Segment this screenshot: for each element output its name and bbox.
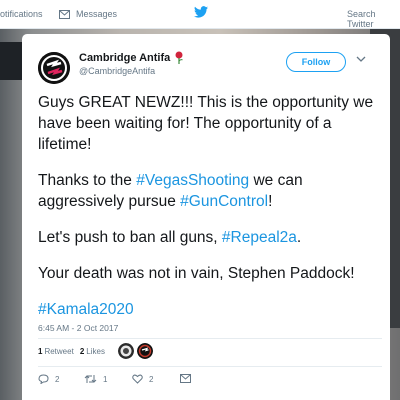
retweet-label[interactable]: Retweet — [44, 347, 73, 356]
hashtag-kamala2020[interactable]: #Kamala2020 — [38, 301, 134, 318]
reply-icon — [38, 374, 49, 384]
author-name-text: Cambridge Antifa — [79, 51, 171, 64]
envelope-icon — [180, 374, 191, 383]
reply-button[interactable]: 2 — [38, 374, 59, 384]
retweet-button[interactable]: 1 — [84, 374, 107, 384]
rose-emoji-icon — [175, 51, 184, 64]
antifa-logo-icon — [38, 52, 70, 84]
top-navigation: otifications Messages Search Twitter — [0, 0, 400, 29]
like-button[interactable]: 2 — [132, 374, 153, 384]
tweet-paragraph-1: Guys GREAT NEWZ!!! This is the opportuni… — [38, 94, 374, 153]
follow-button[interactable]: Follow — [286, 52, 346, 72]
liker-avatar[interactable] — [137, 343, 153, 359]
avatar[interactable] — [38, 52, 70, 84]
liker-avatar[interactable] — [118, 343, 134, 359]
nav-messages-label: Messages — [76, 9, 118, 19]
hashtag-vegasshooting[interactable]: #VegasShooting — [136, 172, 249, 189]
search-input[interactable]: Search Twitter — [347, 9, 400, 29]
twitter-bird-icon — [194, 6, 208, 18]
retweet-action-count: 1 — [103, 374, 108, 384]
tweet-text-segment: ! — [268, 193, 273, 210]
tweet-timestamp[interactable]: 6:45 AM - 2 Oct 2017 — [38, 323, 118, 333]
like-action-count: 2 — [149, 374, 154, 384]
divider — [38, 338, 382, 339]
nav-messages[interactable]: Messages — [59, 9, 117, 19]
tweet-stats: 1 Retweet 2 Likes — [38, 347, 105, 356]
search-placeholder: Search Twitter — [347, 9, 376, 29]
nav-notifications[interactable]: otifications — [0, 9, 43, 19]
tweet-text: Guys GREAT NEWZ!!! This is the opportuni… — [38, 92, 384, 335]
tweet-paragraph-4: Your death was not in vain, Stephen Padd… — [38, 265, 355, 282]
liker-avatar-1-icon — [118, 343, 134, 359]
liker-avatar-2-icon — [137, 343, 153, 359]
tweet-paragraph-5: #Kamala2020 — [38, 299, 384, 320]
hashtag-guncontrol[interactable]: #GunControl — [180, 193, 268, 210]
tweet-modal: Cambridge Antifa @CambridgeAntifa Follow… — [22, 34, 390, 400]
author-handle[interactable]: @CambridgeAntifa — [79, 66, 155, 76]
envelope-icon — [59, 9, 70, 19]
tweet-paragraph-2: Thanks to the #VegasShooting we can aggr… — [38, 170, 384, 212]
like-count: 2 — [79, 347, 85, 356]
like-label[interactable]: Likes — [86, 347, 105, 356]
liker-avatars — [118, 343, 156, 359]
heart-icon — [132, 374, 143, 384]
tweet-text-segment: Let's push to ban all guns, — [38, 229, 222, 246]
reply-count: 2 — [55, 374, 60, 384]
chevron-down-icon[interactable] — [356, 56, 366, 63]
hashtag-repeal2a[interactable]: #Repeal2a — [222, 229, 297, 246]
direct-message-button[interactable] — [180, 374, 197, 383]
retweet-count: 1 — [38, 347, 43, 356]
tweet-text-segment: Thanks to the — [38, 172, 137, 189]
divider — [38, 366, 382, 367]
nav-notifications-label: otifications — [0, 9, 43, 19]
author-name[interactable]: Cambridge Antifa — [79, 51, 184, 64]
twitter-home-link[interactable] — [194, 6, 208, 18]
tweet-paragraph-3: Let's push to ban all guns, #Repeal2a. — [38, 227, 384, 248]
tweet-text-segment: . — [296, 229, 302, 246]
retweet-icon — [84, 375, 97, 383]
